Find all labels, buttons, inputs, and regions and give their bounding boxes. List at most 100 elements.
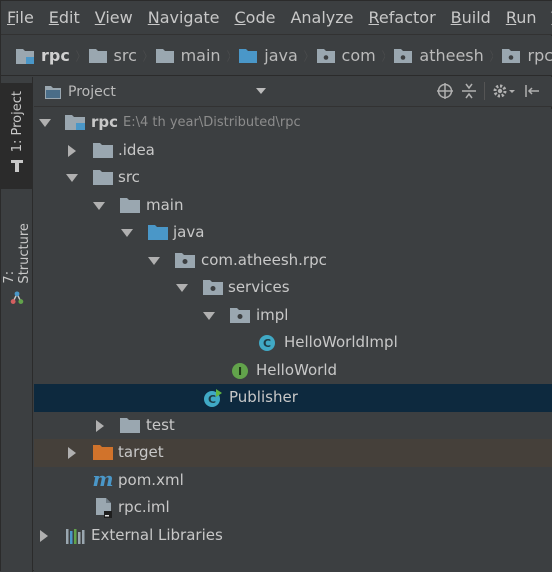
expand-arrow-icon[interactable] xyxy=(68,447,76,459)
tree-label-main: main xyxy=(146,196,183,214)
package-icon xyxy=(174,251,196,269)
runnable-class-icon: C xyxy=(203,388,223,408)
project-tool-icon xyxy=(9,158,25,174)
collapse-arrow-icon[interactable] xyxy=(121,229,133,237)
expand-arrow-icon[interactable] xyxy=(40,530,48,542)
breadcrumb-item-src[interactable]: src xyxy=(88,46,137,65)
tree-label-src: src xyxy=(118,168,140,186)
gear-icon[interactable] xyxy=(491,82,517,100)
tree-label-helloworld: HelloWorld xyxy=(256,361,337,379)
breadcrumb-item-rpc-package[interactable]: rpc xyxy=(501,46,552,65)
menu-navigate[interactable]: Navigate xyxy=(148,8,220,27)
menu-code[interactable]: Code xyxy=(235,8,276,27)
tree-row-impl[interactable]: impl xyxy=(34,302,552,330)
svg-text:C: C xyxy=(208,393,216,406)
folder-icon xyxy=(88,48,108,64)
package-icon xyxy=(316,48,336,64)
project-path: E:\4 th year\Distributed\rpc xyxy=(123,115,301,130)
breadcrumb-item-rpc[interactable]: rpc xyxy=(15,46,70,65)
tree-row-publisher[interactable]: C Publisher xyxy=(34,384,552,412)
menu-run[interactable]: Run xyxy=(506,8,537,27)
module-file-icon xyxy=(94,497,114,519)
breadcrumb-item-com[interactable]: com xyxy=(316,46,376,65)
collapse-arrow-icon[interactable] xyxy=(203,312,215,320)
tree-row-rpc[interactable]: rpc E:\4 th year\Distributed\rpc xyxy=(34,109,552,137)
source-folder-icon xyxy=(238,48,258,64)
collapse-arrow-icon[interactable] xyxy=(176,284,188,292)
interface-icon: I xyxy=(231,362,249,380)
tree-label-impl: impl xyxy=(256,306,288,324)
project-panel-header: Project xyxy=(34,77,552,107)
tree-row-helloworldimpl[interactable]: C HelloWorldImpl xyxy=(34,329,552,357)
menu-refactor[interactable]: Refactor xyxy=(369,8,436,27)
tree-label-iml: rpc.iml xyxy=(118,498,170,516)
expand-arrow-icon[interactable] xyxy=(68,145,76,157)
excluded-folder-icon xyxy=(92,443,114,461)
tab-project[interactable]: 1: Project xyxy=(1,83,33,189)
collapse-all-icon[interactable] xyxy=(460,82,478,100)
module-folder-icon xyxy=(15,47,35,65)
breadcrumb: rpc src main java com atheesh rp xyxy=(1,36,552,76)
breadcrumb-item-atheesh[interactable]: atheesh xyxy=(393,46,483,65)
tree-label-target: target xyxy=(118,443,164,461)
tree-row-idea[interactable]: .idea xyxy=(34,137,552,165)
hide-panel-icon[interactable] xyxy=(523,82,541,100)
chevron-right-icon xyxy=(382,42,386,70)
menu-analyze[interactable]: Analyze xyxy=(290,8,353,27)
breadcrumb-item-java[interactable]: java xyxy=(238,46,298,65)
package-icon xyxy=(393,48,413,64)
tree-row-src[interactable]: src xyxy=(34,164,552,192)
folder-icon xyxy=(119,416,141,434)
tree-row-pom[interactable]: m pom.xml xyxy=(34,467,552,495)
tree-row-package[interactable]: com.atheesh.rpc xyxy=(34,247,552,275)
tree-row-iml[interactable]: rpc.iml xyxy=(34,494,552,522)
class-icon: C xyxy=(258,334,276,352)
folder-icon xyxy=(92,141,114,159)
menu-build[interactable]: Build xyxy=(451,8,491,27)
tree-row-test[interactable]: test xyxy=(34,412,552,440)
chevron-right-icon xyxy=(76,42,80,70)
tab-project-label: 1: Project xyxy=(10,91,25,152)
collapse-arrow-icon[interactable] xyxy=(93,202,105,210)
menu-bar: File Edit View Navigate Code Analyze Ref… xyxy=(1,1,552,35)
tree-label-publisher: Publisher xyxy=(229,388,298,406)
collapse-arrow-icon[interactable] xyxy=(39,119,51,127)
menu-edit[interactable]: Edit xyxy=(49,8,80,27)
tree-label-package: com.atheesh.rpc xyxy=(201,251,327,269)
collapse-arrow-icon[interactable] xyxy=(148,257,160,265)
tool-window-strip: 1: Project 7: Structure xyxy=(1,77,33,572)
tree-label-helloworldimpl: HelloWorldImpl xyxy=(284,333,398,351)
module-folder-icon xyxy=(64,113,86,131)
tree-label-external-libraries: External Libraries xyxy=(91,526,223,544)
tab-structure[interactable]: 7: Structure xyxy=(1,205,33,305)
header-divider xyxy=(484,82,485,100)
expand-arrow-icon[interactable] xyxy=(96,420,104,432)
tree-row-main[interactable]: main xyxy=(34,192,552,220)
tree-row-services[interactable]: services xyxy=(34,274,552,302)
tree-label-test: test xyxy=(146,416,175,434)
folder-icon xyxy=(155,48,175,64)
collapse-arrow-icon[interactable] xyxy=(66,174,78,182)
tree-row-external-libraries[interactable]: External Libraries xyxy=(34,522,552,550)
menu-view[interactable]: View xyxy=(95,8,133,27)
menu-file[interactable]: File xyxy=(7,8,34,27)
tree-row-helloworld[interactable]: I HelloWorld xyxy=(34,357,552,385)
tree-label-idea: .idea xyxy=(118,141,155,159)
svg-text:C: C xyxy=(263,337,271,350)
locate-file-icon[interactable] xyxy=(436,82,454,100)
breadcrumb-item-main[interactable]: main xyxy=(155,46,221,65)
project-folder-icon xyxy=(44,84,62,100)
source-folder-icon xyxy=(147,223,169,241)
tree-row-java[interactable]: java xyxy=(34,219,552,247)
tree-row-target[interactable]: target xyxy=(34,439,552,467)
view-dropdown-arrow-icon[interactable] xyxy=(256,88,266,94)
svg-text:I: I xyxy=(238,365,242,378)
tree-label-rpc: rpc xyxy=(91,113,118,131)
libraries-icon xyxy=(65,527,87,545)
tree-label-java: java xyxy=(173,223,204,241)
tree-label-services: services xyxy=(228,278,290,296)
chevron-right-icon xyxy=(490,42,494,70)
maven-icon: m xyxy=(92,470,114,490)
folder-icon xyxy=(119,196,141,214)
chevron-right-icon xyxy=(304,42,308,70)
